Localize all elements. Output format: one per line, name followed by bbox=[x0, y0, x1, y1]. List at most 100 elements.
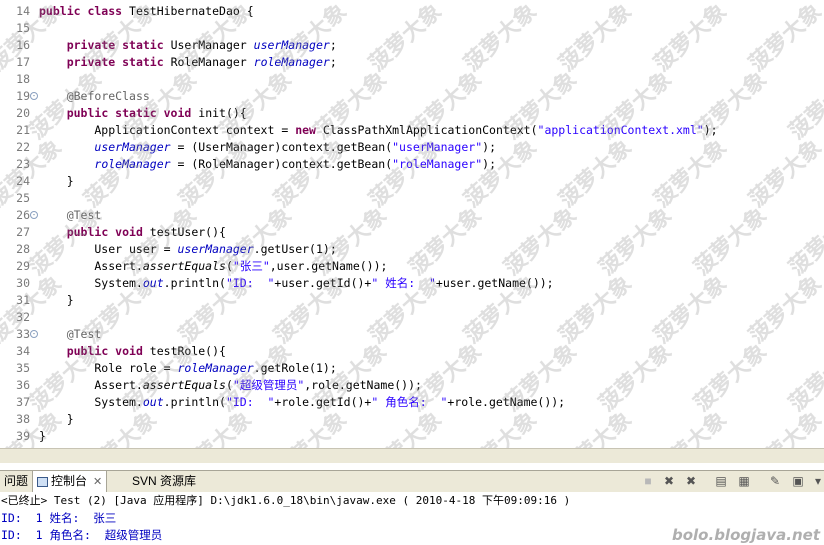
code-text: @Test bbox=[66, 327, 102, 341]
code-text: } bbox=[39, 174, 74, 188]
code-line: 19- @BeforeClass bbox=[0, 88, 824, 105]
code-text: Assert.assertEquals("超级管理员",role.getName… bbox=[39, 378, 422, 392]
remove-launch-icon[interactable]: ✖ bbox=[661, 474, 677, 489]
tab-console[interactable]: 控制台 ✕ bbox=[32, 471, 108, 492]
code-text: public static void init(){ bbox=[66, 106, 247, 120]
code-line: 38 } bbox=[0, 411, 824, 428]
fold-toggle-icon[interactable]: - bbox=[30, 211, 38, 219]
line-number: 19 bbox=[16, 89, 30, 103]
line-number: 20 bbox=[16, 106, 30, 120]
code-text: private static RoleManager roleManager; bbox=[66, 55, 337, 69]
code-text: User user = userManager.getUser(1); bbox=[39, 242, 337, 256]
line-number: 36 bbox=[16, 378, 30, 392]
tab-problems[interactable]: 问题 bbox=[0, 471, 32, 492]
footer-watermark: bolo.blogjava.net bbox=[672, 526, 820, 544]
close-icon[interactable]: ✕ bbox=[93, 476, 102, 488]
code-text: } bbox=[39, 412, 74, 426]
horizontal-scrollbar[interactable] bbox=[0, 448, 824, 463]
code-text: System.out.println("ID: "+role.getId()+"… bbox=[39, 395, 566, 409]
line-number: 16 bbox=[16, 38, 30, 52]
line-number: 37 bbox=[16, 395, 30, 409]
code-line: 36 Assert.assertEquals("超级管理员",role.getN… bbox=[0, 377, 824, 394]
code-line: 32 bbox=[0, 309, 824, 326]
code-line: 16 private static UserManager userManage… bbox=[0, 37, 824, 54]
code-line: 28 User user = userManager.getUser(1); bbox=[0, 241, 824, 258]
scroll-lock-icon[interactable]: ▦ bbox=[736, 474, 752, 489]
code-text: public void testUser(){ bbox=[66, 225, 226, 239]
code-text: @Test bbox=[66, 208, 102, 222]
code-line: 26- @Test bbox=[0, 207, 824, 224]
code-text: @BeforeClass bbox=[66, 89, 150, 103]
line-number: 18 bbox=[16, 72, 30, 86]
fold-toggle-icon[interactable]: - bbox=[30, 330, 38, 338]
view-menu-icon[interactable]: ▾ bbox=[810, 474, 824, 489]
code-line: 35 Role role = roleManager.getRole(1); bbox=[0, 360, 824, 377]
line-number: 21 bbox=[16, 123, 30, 137]
clear-console-icon[interactable]: ▤ bbox=[713, 474, 729, 489]
code-line: 23 roleManager = (RoleManager)context.ge… bbox=[0, 156, 824, 173]
code-line: 25 bbox=[0, 190, 824, 207]
code-text: ApplicationContext context = new ClassPa… bbox=[39, 123, 718, 137]
line-number: 39 bbox=[16, 429, 30, 443]
console-output-line: ID: 1 角色名: 超级管理员 bbox=[1, 528, 163, 542]
line-number: 22 bbox=[16, 140, 30, 154]
line-number: 31 bbox=[16, 293, 30, 307]
code-line: 21 ApplicationContext context = new Clas… bbox=[0, 122, 824, 139]
line-number: 17 bbox=[16, 55, 30, 69]
terminate-icon[interactable]: ■ bbox=[640, 474, 656, 489]
line-number: 25 bbox=[16, 191, 30, 205]
remove-all-icon[interactable]: ✖ bbox=[683, 474, 699, 489]
display-console-icon[interactable]: ▣ bbox=[790, 474, 806, 489]
line-number: 15 bbox=[16, 21, 30, 35]
line-number: 26 bbox=[16, 208, 30, 222]
line-number: 23 bbox=[16, 157, 30, 171]
code-text: } bbox=[39, 429, 46, 443]
bottom-panel-tabbar: 问题 控制台 ✕ SVN 资源库 ■ ✖ ✖ ▤ ▦ ✎ ▣ ▾ bbox=[0, 470, 824, 493]
code-text: userManager = (UserManager)context.getBe… bbox=[94, 140, 496, 154]
line-number: 38 bbox=[16, 412, 30, 426]
code-text: private static UserManager userManager; bbox=[66, 38, 337, 52]
code-line: 37 System.out.println("ID: "+role.getId(… bbox=[0, 394, 824, 411]
line-number: 27 bbox=[16, 225, 30, 239]
code-text: roleManager = (RoleManager)context.getBe… bbox=[94, 157, 496, 171]
line-number: 29 bbox=[16, 259, 30, 273]
line-number: 30 bbox=[16, 276, 30, 290]
code-text: } bbox=[39, 293, 74, 307]
line-number: 24 bbox=[16, 174, 30, 188]
code-text: Role role = roleManager.getRole(1); bbox=[39, 361, 337, 375]
code-text: Assert.assertEquals("张三",user.getName())… bbox=[39, 259, 388, 273]
code-editor[interactable]: 14 public class TestHibernateDao { 15 16 pr… bbox=[0, 0, 824, 448]
fold-toggle-icon[interactable]: - bbox=[30, 92, 38, 100]
tab-problems-label: 问题 bbox=[4, 474, 29, 488]
code-line: 24 } bbox=[0, 173, 824, 190]
code-line: 30 System.out.println("ID: "+user.getId(… bbox=[0, 275, 824, 292]
code-line: 31 } bbox=[0, 292, 824, 309]
code-text: public void testRole(){ bbox=[66, 344, 226, 358]
code-text: public class TestHibernateDao { bbox=[39, 4, 254, 18]
console-icon bbox=[37, 476, 48, 487]
line-number: 14 bbox=[16, 4, 30, 18]
code-line: 20 public static void init(){ bbox=[0, 105, 824, 122]
code-line: 14 public class TestHibernateDao { bbox=[0, 3, 824, 20]
tab-svn-repository[interactable]: SVN 资源库 bbox=[128, 471, 200, 492]
tab-svn-label: SVN 资源库 bbox=[132, 474, 197, 488]
line-number: 35 bbox=[16, 361, 30, 375]
code-line: 39} bbox=[0, 428, 824, 445]
console-output-line: ID: 1 姓名: 张三 bbox=[1, 511, 117, 525]
pin-console-icon[interactable]: ✎ bbox=[767, 474, 783, 489]
code-text: System.out.println("ID: "+user.getId()+"… bbox=[39, 276, 554, 290]
code-line: 34 public void testRole(){ bbox=[0, 343, 824, 360]
code-line: 33- @Test bbox=[0, 326, 824, 343]
console-status-header: <已终止> Test (2) [Java 应用程序] D:\jdk1.6.0_1… bbox=[0, 492, 824, 509]
code-line: 22 userManager = (UserManager)context.ge… bbox=[0, 139, 824, 156]
code-line: 17 private static RoleManager roleManage… bbox=[0, 54, 824, 71]
line-number: 28 bbox=[16, 242, 30, 256]
code-line: 27 public void testUser(){ bbox=[0, 224, 824, 241]
tab-console-label: 控制台 bbox=[51, 474, 88, 488]
code-line: 18 bbox=[0, 71, 824, 88]
code-line: 15 bbox=[0, 20, 824, 37]
code-line: 29 Assert.assertEquals("张三",user.getName… bbox=[0, 258, 824, 275]
line-number: 32 bbox=[16, 310, 30, 324]
line-number: 34 bbox=[16, 344, 30, 358]
line-number: 33 bbox=[16, 327, 30, 341]
